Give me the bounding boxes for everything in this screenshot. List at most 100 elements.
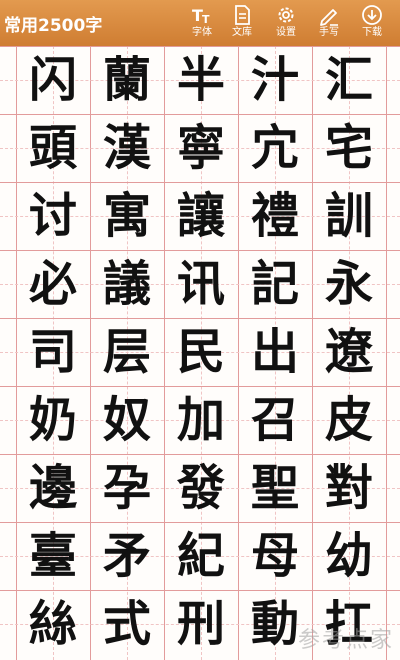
- character-glyph: 永: [324, 256, 373, 312]
- character-cell[interactable]: 层: [90, 318, 164, 386]
- character-glyph: 禮: [250, 188, 299, 244]
- svg-text:T: T: [202, 13, 210, 26]
- character-glyph: 對: [324, 460, 373, 516]
- character-glyph: 召: [250, 392, 299, 448]
- character-cell[interactable]: 汁: [238, 46, 312, 114]
- character-cell[interactable]: 司: [16, 318, 90, 386]
- character-glyph: 遼: [324, 324, 373, 380]
- character-glyph: 絲: [28, 596, 77, 652]
- character-cell[interactable]: 紀: [164, 522, 238, 590]
- character-glyph: 奴: [102, 392, 151, 448]
- character-glyph: 奶: [28, 392, 77, 448]
- character-cell[interactable]: 蘭: [90, 46, 164, 114]
- character-glyph: 議: [102, 256, 151, 312]
- character-cell[interactable]: 讯: [164, 250, 238, 318]
- character-cell[interactable]: 奶: [16, 386, 90, 454]
- character-glyph: 寧: [176, 120, 225, 176]
- character-cell[interactable]: 讨: [16, 182, 90, 250]
- character-glyph: 闪: [28, 52, 77, 108]
- character-cell[interactable]: 遼: [312, 318, 386, 386]
- character-glyph: 邊: [28, 460, 77, 516]
- character-cell[interactable]: 絲: [16, 590, 90, 658]
- character-glyph: 訓: [324, 188, 373, 244]
- character-glyph: 紀: [176, 528, 225, 584]
- character-cell[interactable]: 訓: [312, 182, 386, 250]
- character-cell[interactable]: 幼: [312, 522, 386, 590]
- character-cell[interactable]: 式: [90, 590, 164, 658]
- download-button[interactable]: 下载: [352, 4, 392, 44]
- character-cell[interactable]: 皮: [312, 386, 386, 454]
- character-grid: 闪蘭半汁汇頭漢寧宂宅讨寓讓禮訓必議讯記永司层民出遼奶奴加召皮邊孕發聖對臺矛紀母幼…: [0, 46, 400, 660]
- font-button-label: 字体: [192, 27, 212, 38]
- grid-row: 必議讯記永: [0, 250, 400, 318]
- character-glyph: 宅: [324, 120, 373, 176]
- character-cell[interactable]: 刑: [164, 590, 238, 658]
- character-cell[interactable]: 臺: [16, 522, 90, 590]
- character-cell[interactable]: 記: [238, 250, 312, 318]
- character-cell[interactable]: 矛: [90, 522, 164, 590]
- library-button-label: 文库: [232, 27, 252, 38]
- handwriting-button-label: 手写: [319, 27, 339, 38]
- character-glyph: 孕: [102, 460, 151, 516]
- character-glyph: 寓: [102, 188, 151, 244]
- grid-row: 奶奴加召皮: [0, 386, 400, 454]
- settings-button[interactable]: 设置: [266, 4, 306, 44]
- settings-button-label: 设置: [276, 27, 296, 38]
- character-glyph: 民: [176, 324, 225, 380]
- font-button[interactable]: T T 字体: [182, 4, 222, 44]
- character-cell[interactable]: 召: [238, 386, 312, 454]
- character-glyph: 讓: [176, 188, 225, 244]
- character-cell[interactable]: 永: [312, 250, 386, 318]
- character-cell[interactable]: 加: [164, 386, 238, 454]
- grid-row: 頭漢寧宂宅: [0, 114, 400, 182]
- character-cell[interactable]: 聖: [238, 454, 312, 522]
- grid-row: 邊孕發聖對: [0, 454, 400, 522]
- character-cell[interactable]: 讓: [164, 182, 238, 250]
- grid-row: 讨寓讓禮訓: [0, 182, 400, 250]
- top-toolbar: 常用2500字 T T 字体 文库 设置 手写 下载: [0, 0, 400, 46]
- character-cell[interactable]: 汇: [312, 46, 386, 114]
- character-cell[interactable]: 必: [16, 250, 90, 318]
- character-glyph: 宂: [250, 120, 299, 176]
- character-cell[interactable]: 出: [238, 318, 312, 386]
- character-glyph: 蘭: [102, 52, 151, 108]
- character-glyph: 半: [176, 52, 225, 108]
- font-icon: T T: [192, 6, 210, 26]
- character-glyph: 皮: [324, 392, 373, 448]
- character-cell[interactable]: 寓: [90, 182, 164, 250]
- character-cell[interactable]: 發: [164, 454, 238, 522]
- download-icon: [362, 5, 382, 25]
- character-cell[interactable]: 對: [312, 454, 386, 522]
- gear-icon: [278, 7, 294, 23]
- library-button[interactable]: 文库: [222, 4, 262, 44]
- character-cell[interactable]: 半: [164, 46, 238, 114]
- grid-row: 闪蘭半汁汇: [0, 46, 400, 114]
- character-cell[interactable]: 寧: [164, 114, 238, 182]
- character-glyph: 矛: [102, 528, 151, 584]
- character-cell[interactable]: 闪: [16, 46, 90, 114]
- character-cell[interactable]: 民: [164, 318, 238, 386]
- character-glyph: 頭: [28, 120, 77, 176]
- character-cell[interactable]: 禮: [238, 182, 312, 250]
- character-cell[interactable]: 漢: [90, 114, 164, 182]
- handwriting-button[interactable]: 手写: [309, 4, 349, 44]
- character-glyph: 讨: [28, 188, 77, 244]
- character-cell[interactable]: 議: [90, 250, 164, 318]
- character-cell[interactable]: 母: [238, 522, 312, 590]
- character-cell[interactable]: 頭: [16, 114, 90, 182]
- character-glyph: 必: [28, 256, 77, 312]
- character-cell[interactable]: 宂: [238, 114, 312, 182]
- grid-row: 司层民出遼: [0, 318, 400, 386]
- character-cell[interactable]: 孕: [90, 454, 164, 522]
- character-glyph: 母: [250, 528, 299, 584]
- character-cell[interactable]: 邊: [16, 454, 90, 522]
- character-glyph: 發: [176, 460, 225, 516]
- character-glyph: 汁: [250, 52, 299, 108]
- character-glyph: 层: [102, 324, 151, 380]
- grid-row: 臺矛紀母幼: [0, 522, 400, 590]
- character-glyph: 加: [176, 392, 225, 448]
- character-cell[interactable]: 宅: [312, 114, 386, 182]
- character-glyph: 記: [250, 256, 299, 312]
- character-glyph: 司: [28, 324, 77, 380]
- character-cell[interactable]: 奴: [90, 386, 164, 454]
